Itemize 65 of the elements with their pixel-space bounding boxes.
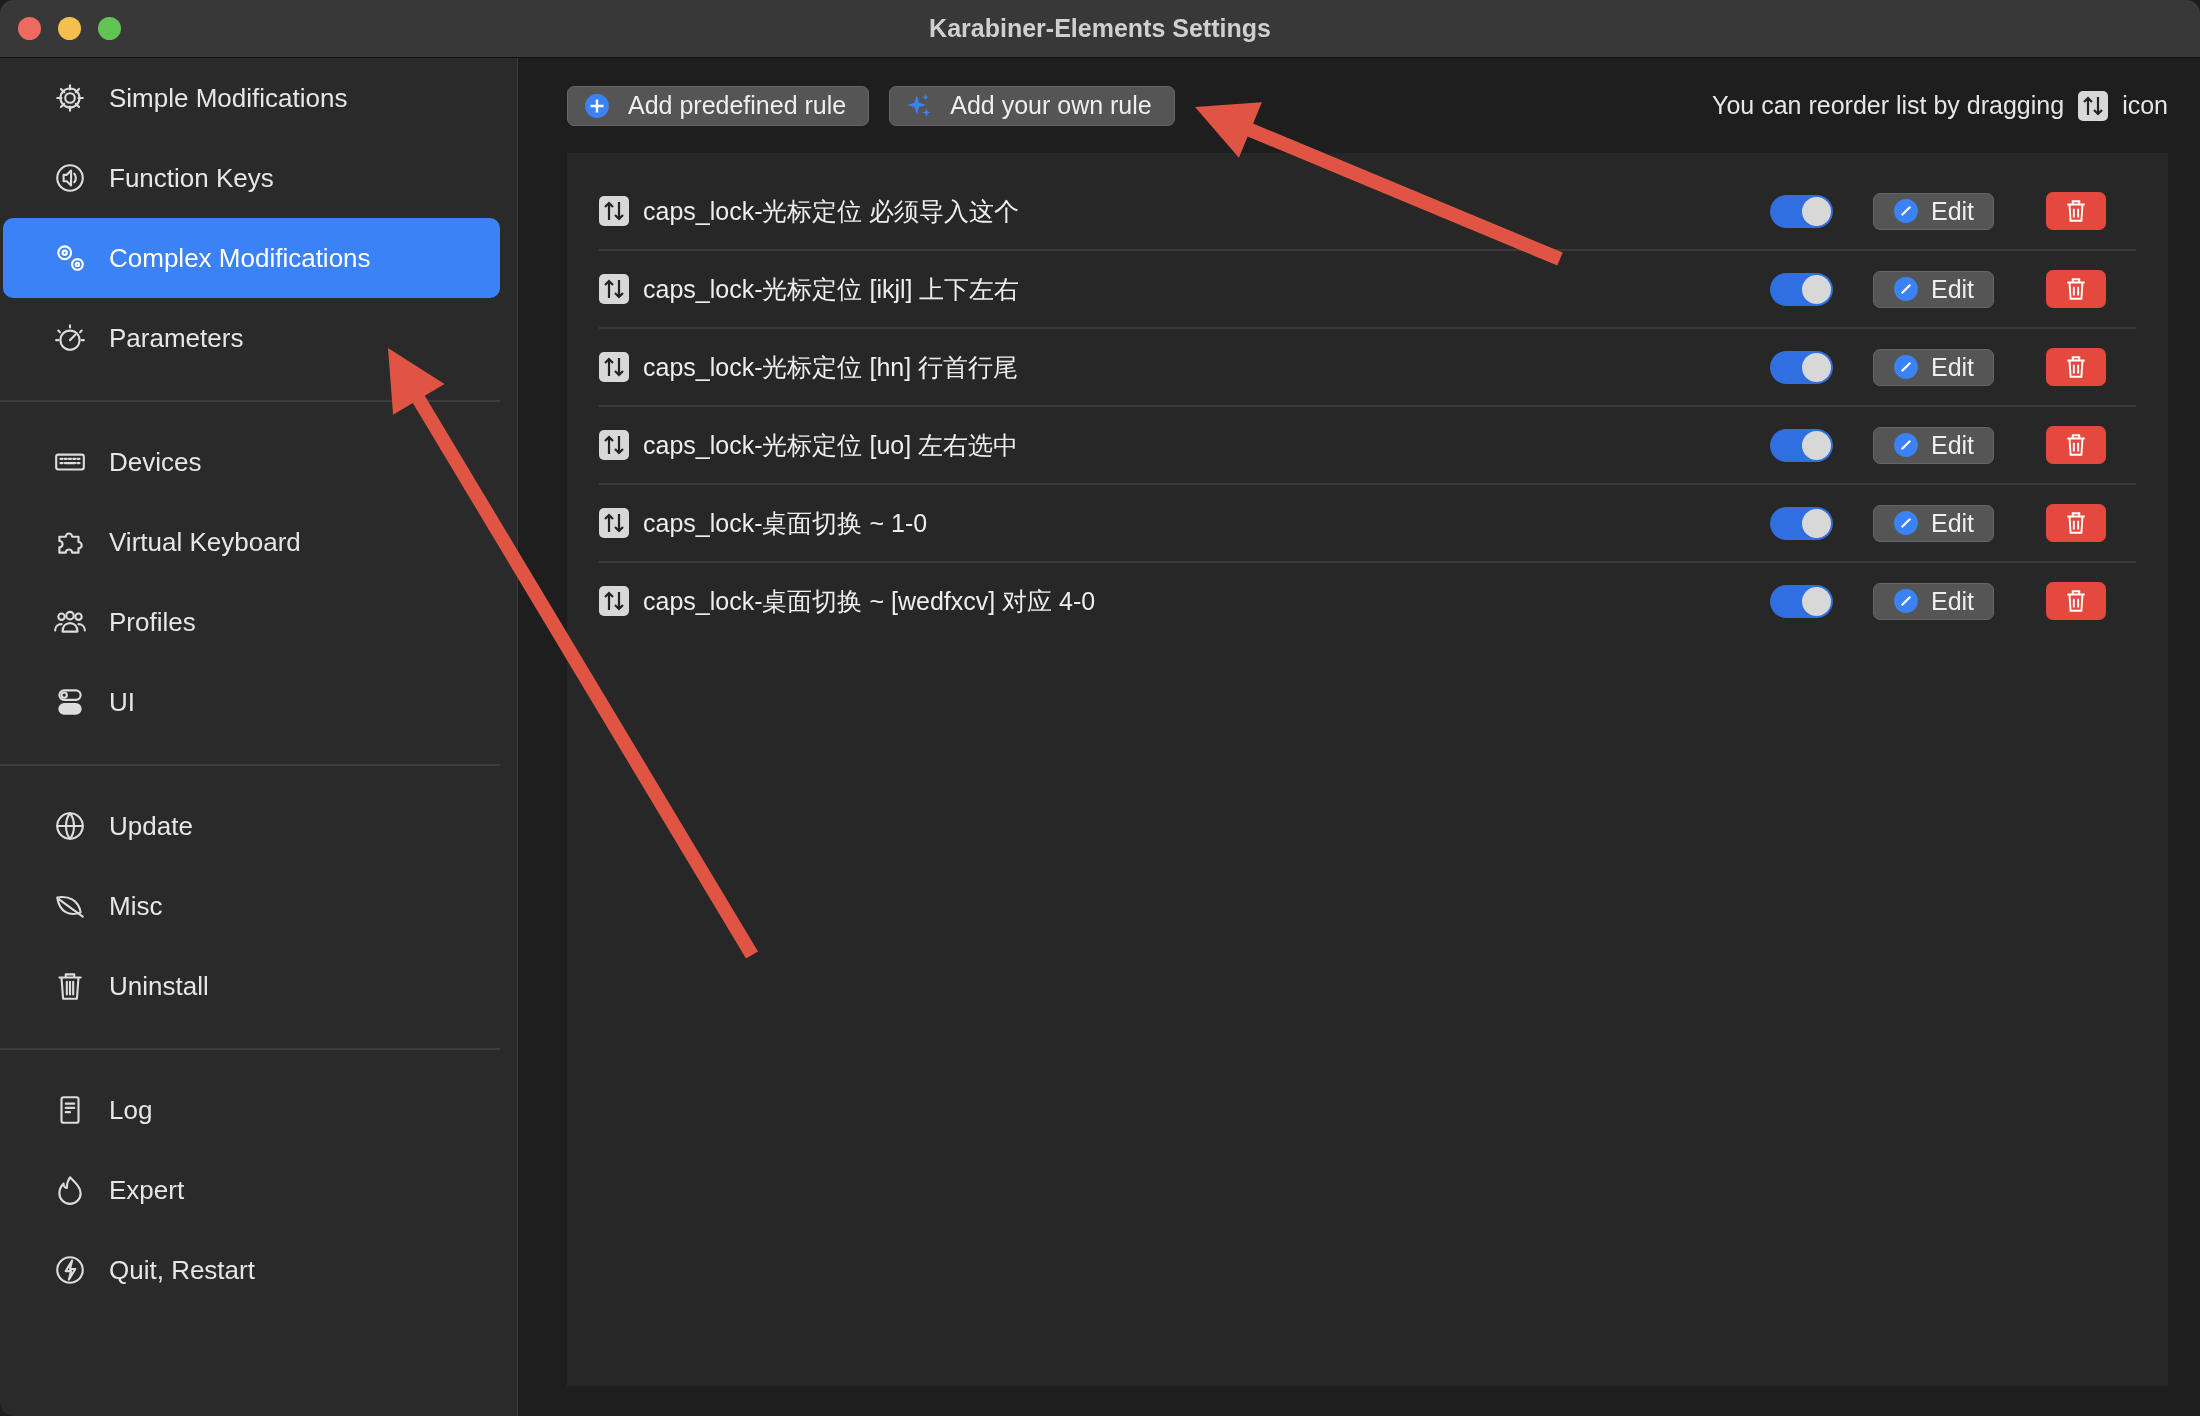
edit-button[interactable]: Edit — [1873, 192, 1994, 230]
toggle-switch[interactable] — [1770, 428, 1833, 462]
sidebar-item[interactable]: Log — [3, 1070, 500, 1150]
toggle-switch[interactable] — [1770, 584, 1833, 618]
rule-name: caps_lock-光标定位 [ikjl] 上下左右 — [643, 273, 1021, 305]
delete-button[interactable] — [2046, 504, 2106, 542]
edit-button[interactable]: Edit — [1873, 582, 1994, 620]
sidebar-item[interactable]: Virtual Keyboard — [3, 502, 500, 582]
pencil-circle-icon — [1892, 588, 1919, 614]
globe-icon — [53, 809, 87, 843]
sidebar-item[interactable]: UI — [3, 662, 500, 742]
delete-button[interactable] — [2046, 426, 2106, 464]
pencil-circle-icon — [1892, 510, 1919, 536]
zoom-button[interactable] — [98, 17, 121, 40]
edit-button[interactable]: Edit — [1873, 348, 1994, 386]
rule-name: caps_lock-桌面切换 ~ [wedfxcv] 对应 4-0 — [643, 585, 1097, 617]
speaker-icon — [53, 161, 87, 195]
pencil-circle-icon — [1892, 276, 1919, 302]
add-predefined-rule-button[interactable]: Add predefined rule — [567, 85, 870, 126]
sidebar-item[interactable]: Misc — [3, 866, 500, 946]
drag-handle-icon[interactable] — [599, 352, 629, 382]
delete-button[interactable] — [2046, 582, 2106, 620]
pencil-circle-icon — [1892, 354, 1919, 380]
toggle-switch[interactable] — [1770, 350, 1833, 384]
sidebar-item[interactable]: Quit, Restart — [3, 1230, 500, 1310]
rule-name: caps_lock-桌面切换 ~ 1-0 — [643, 507, 929, 539]
reorder-hint-suffix: icon — [2122, 91, 2168, 120]
sidebar-item[interactable]: Profiles — [3, 582, 500, 662]
sidebar-item[interactable]: Uninstall — [3, 946, 500, 1026]
toggle-switch[interactable] — [1770, 506, 1833, 540]
rule-name: caps_lock-光标定位 [uo] 左右选中 — [643, 429, 1020, 461]
close-button[interactable] — [18, 17, 41, 40]
sidebar-item[interactable]: Update — [3, 786, 500, 866]
add-own-rule-button[interactable]: Add your own rule — [889, 85, 1175, 126]
sidebar-item[interactable]: Expert — [3, 1150, 500, 1230]
rule-name: caps_lock-光标定位 必须导入这个 — [643, 195, 1021, 227]
edit-button[interactable]: Edit — [1873, 270, 1994, 308]
reorder-icon — [2078, 90, 2109, 121]
pencil-circle-icon — [1892, 198, 1919, 224]
sparkles-icon — [906, 92, 933, 119]
sidebar-item[interactable]: Devices — [3, 422, 500, 502]
sidebar-item[interactable]: Simple Modifications — [3, 58, 500, 138]
delete-button[interactable] — [2046, 192, 2106, 230]
sidebar-item[interactable]: Function Keys — [3, 138, 500, 218]
window-title: Karabiner-Elements Settings — [929, 14, 1271, 43]
delete-button[interactable] — [2046, 270, 2106, 308]
sidebar-item[interactable]: Parameters — [3, 298, 500, 378]
edit-button[interactable]: Edit — [1873, 504, 1994, 542]
edit-button[interactable]: Edit — [1873, 426, 1994, 464]
toggle-switch[interactable] — [1770, 272, 1833, 306]
pencil-circle-icon — [1892, 432, 1919, 458]
drag-handle-icon[interactable] — [599, 430, 629, 460]
bolt-icon — [53, 1253, 87, 1287]
rule-name: caps_lock-光标定位 [hn] 行首行尾 — [643, 351, 1020, 383]
reorder-hint: You can reorder list by dragging — [1712, 91, 2065, 120]
drag-handle-icon[interactable] — [599, 508, 629, 538]
minimize-button[interactable] — [58, 17, 81, 40]
drag-handle-icon[interactable] — [599, 586, 629, 616]
drag-handle-icon[interactable] — [599, 274, 629, 304]
toggle-switch[interactable] — [1770, 194, 1833, 228]
delete-button[interactable] — [2046, 348, 2106, 386]
plus-circle-icon — [584, 92, 610, 119]
gear-icon — [53, 81, 87, 115]
drag-handle-icon[interactable] — [599, 196, 629, 226]
sidebar-item[interactable]: Complex Modifications — [3, 218, 500, 298]
